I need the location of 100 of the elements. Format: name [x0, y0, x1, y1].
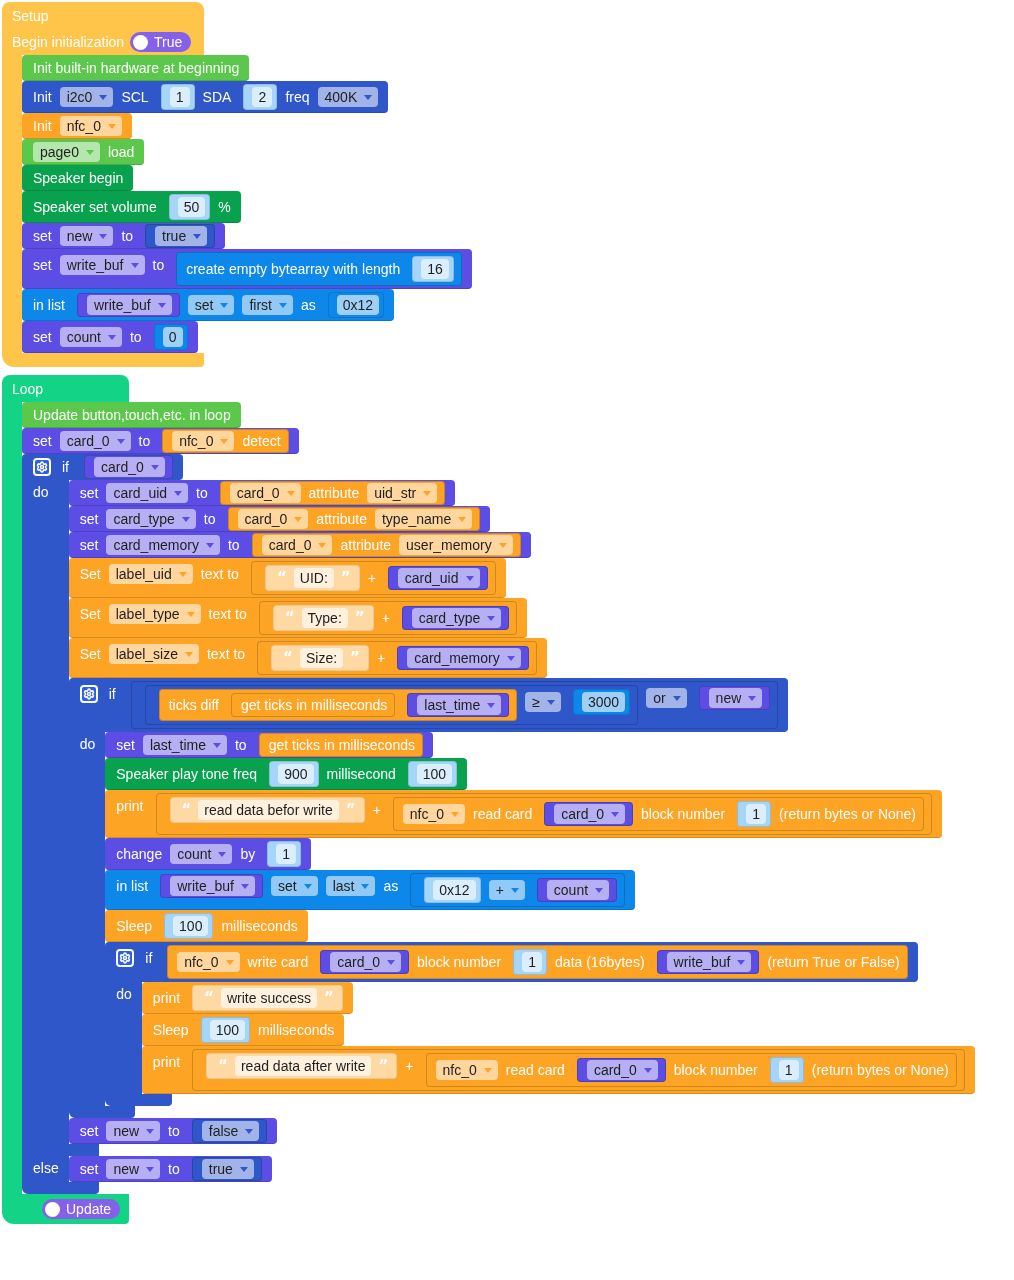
value-block[interactable]: ticks diff get ticks in milliseconds last_time	[158, 689, 518, 721]
statement-block[interactable]: set new to true	[68, 1156, 272, 1182]
number-field[interactable]: 2	[252, 87, 273, 107]
dropdown-field[interactable]: false	[201, 1121, 260, 1141]
gear-icon[interactable]	[116, 949, 135, 967]
dropdown-field[interactable]: last_time	[417, 695, 502, 715]
statement-block[interactable]: Speaker set volume 50 %	[22, 191, 241, 223]
gear-icon[interactable]	[79, 685, 98, 703]
dropdown-field[interactable]: card_0	[330, 952, 401, 972]
dropdown-field[interactable]: new	[106, 1121, 161, 1141]
value-block[interactable]: “ UID: ” + card_uid	[250, 561, 496, 595]
value-block[interactable]: true	[145, 224, 216, 248]
dropdown-field[interactable]: card_type	[106, 509, 196, 529]
statement-block[interactable]: in list write_buf set first as 0x12	[22, 289, 395, 321]
number-field[interactable]: 0x12	[336, 295, 380, 315]
text-field[interactable]: UID:	[293, 568, 334, 588]
number-field[interactable]: 16	[421, 259, 449, 279]
dropdown-field[interactable]: true	[201, 1159, 254, 1179]
statement-block[interactable]: set card_0 to nfc_0 detect	[22, 428, 299, 454]
number-block[interactable]: 0x12	[327, 292, 385, 318]
dropdown-field[interactable]: label_size	[108, 644, 199, 664]
statement-block[interactable]: print “ write success ”	[141, 982, 353, 1014]
text-block[interactable]: “ UID: ”	[264, 565, 360, 591]
dropdown-field[interactable]: card_uid	[106, 483, 189, 503]
dropdown-field[interactable]: or	[646, 688, 687, 708]
dropdown-field[interactable]: nfc_0	[435, 1060, 498, 1080]
value-block[interactable]: false	[191, 1119, 268, 1143]
number-block[interactable]: 100	[407, 761, 458, 787]
statement-block[interactable]: Set label_type text to “ Type: ” + card_type	[68, 598, 528, 638]
dropdown-field[interactable]: card_type	[411, 608, 502, 628]
number-field[interactable]: 3000	[582, 692, 626, 712]
dropdown-field[interactable]: set	[271, 876, 318, 896]
dropdown-field[interactable]: i2c0	[59, 87, 114, 107]
value-block[interactable]: nfc_0 read card card_0 block number 1 (return bytes or None)	[425, 1053, 957, 1087]
number-block[interactable]: 0x12	[424, 877, 481, 903]
text-field[interactable]: read data befor write	[198, 800, 339, 820]
number-field[interactable]: 1	[778, 1060, 799, 1080]
dropdown-field[interactable]: page0	[33, 142, 100, 162]
number-block[interactable]: 1	[267, 841, 302, 867]
dropdown-field[interactable]: +	[488, 880, 525, 900]
statement-block[interactable]: Speaker play tone freq 900 millisecond 100	[105, 758, 468, 790]
value-block[interactable]: “ Size: ” + card_memory	[257, 641, 537, 675]
number-field[interactable]: 100	[416, 764, 453, 784]
text-block[interactable]: “ write success ”	[192, 985, 343, 1011]
dropdown-field[interactable]: write_buf	[666, 952, 752, 972]
toggle-switch[interactable]: True	[130, 32, 192, 52]
dropdown-field[interactable]: card_0	[586, 1060, 658, 1080]
number-field[interactable]: 100	[209, 1020, 245, 1040]
statement-block[interactable]: print “ read data befor write ” + nfc_0 read card card_0 block number 1 (return bytes or None)	[105, 790, 943, 838]
number-block[interactable]: 3000	[573, 689, 631, 715]
value-block[interactable]: card_0	[84, 455, 173, 479]
value-block[interactable]: write_buf	[656, 950, 760, 974]
number-field[interactable]: 1	[746, 804, 767, 824]
number-block[interactable]: 2	[243, 84, 278, 110]
statement-block[interactable]: Sleep 100 milliseconds	[141, 1014, 345, 1046]
text-block[interactable]: “ read data after write ”	[206, 1053, 398, 1079]
value-block[interactable]: card_0	[320, 950, 409, 974]
value-block[interactable]: ticks diff get ticks in milliseconds last_time ≥ 3000	[144, 685, 639, 725]
number-block[interactable]: 100	[164, 913, 214, 939]
dropdown-field[interactable]: new	[59, 226, 114, 246]
dropdown-field[interactable]: card_0	[261, 535, 333, 555]
number-field[interactable]: 0	[162, 327, 183, 347]
dropdown-field[interactable]: card_uid	[397, 568, 480, 588]
statement-block[interactable]: in list write_buf set last as 0x12 + count	[105, 870, 636, 910]
dropdown-field[interactable]: card_0	[59, 431, 131, 451]
statement-block[interactable]: set card_type to card_0 attribute type_name	[68, 506, 491, 532]
value-block[interactable]: card_0 attribute user_memory	[251, 533, 521, 557]
statement-block[interactable]: set new to false	[68, 1118, 278, 1144]
dropdown-field[interactable]: card_0	[229, 483, 301, 503]
dropdown-field[interactable]: label_type	[108, 604, 201, 624]
dropdown-field[interactable]: count	[59, 327, 122, 347]
value-block[interactable]: create empty bytearray with length 16	[176, 252, 462, 286]
value-block[interactable]: “ read data after write ” + nfc_0 read card card_0 block number 1 (return bytes or None)	[192, 1049, 965, 1091]
statement-block[interactable]: Init nfc_0	[22, 113, 132, 139]
value-block[interactable]: “ Type: ” + card_type	[258, 601, 518, 635]
dropdown-field[interactable]: new	[708, 688, 763, 708]
dropdown-field[interactable]: count	[170, 844, 233, 864]
statement-block[interactable]: set card_memory to card_0 attribute user_memory	[68, 532, 531, 558]
dropdown-field[interactable]: true	[155, 226, 208, 246]
value-block[interactable]: last_time	[407, 693, 510, 717]
value-block[interactable]: card_0 attribute type_name	[227, 507, 481, 531]
dropdown-field[interactable]: write_buf	[86, 295, 172, 315]
dropdown-field[interactable]: count	[546, 880, 610, 900]
dropdown-field[interactable]: label_uid	[108, 564, 193, 584]
dropdown-field[interactable]: first	[242, 295, 293, 315]
gear-icon[interactable]	[33, 458, 51, 476]
number-block[interactable]: 1	[160, 84, 195, 110]
value-block[interactable]: nfc_0 read card card_0 block number 1 (return bytes or None)	[392, 797, 925, 831]
dropdown-field[interactable]: card_0	[554, 804, 626, 824]
statement-block[interactable]: Sleep 100 milliseconds	[105, 910, 308, 942]
number-block[interactable]: 900	[269, 761, 319, 787]
statement-block[interactable]: set write_buf to create empty bytearray with length 16	[22, 249, 472, 289]
dropdown-field[interactable]: nfc_0	[59, 116, 122, 136]
dropdown-field[interactable]: new	[106, 1159, 161, 1179]
number-block[interactable]: 1	[737, 801, 772, 827]
if-block[interactable]: if card_0	[22, 454, 183, 480]
number-field[interactable]: 0x12	[433, 880, 476, 900]
value-block[interactable]: true	[191, 1157, 262, 1181]
statement-block[interactable]: set last_time to get ticks in milliseconds	[105, 732, 433, 758]
dropdown-field[interactable]: user_memory	[399, 535, 513, 555]
